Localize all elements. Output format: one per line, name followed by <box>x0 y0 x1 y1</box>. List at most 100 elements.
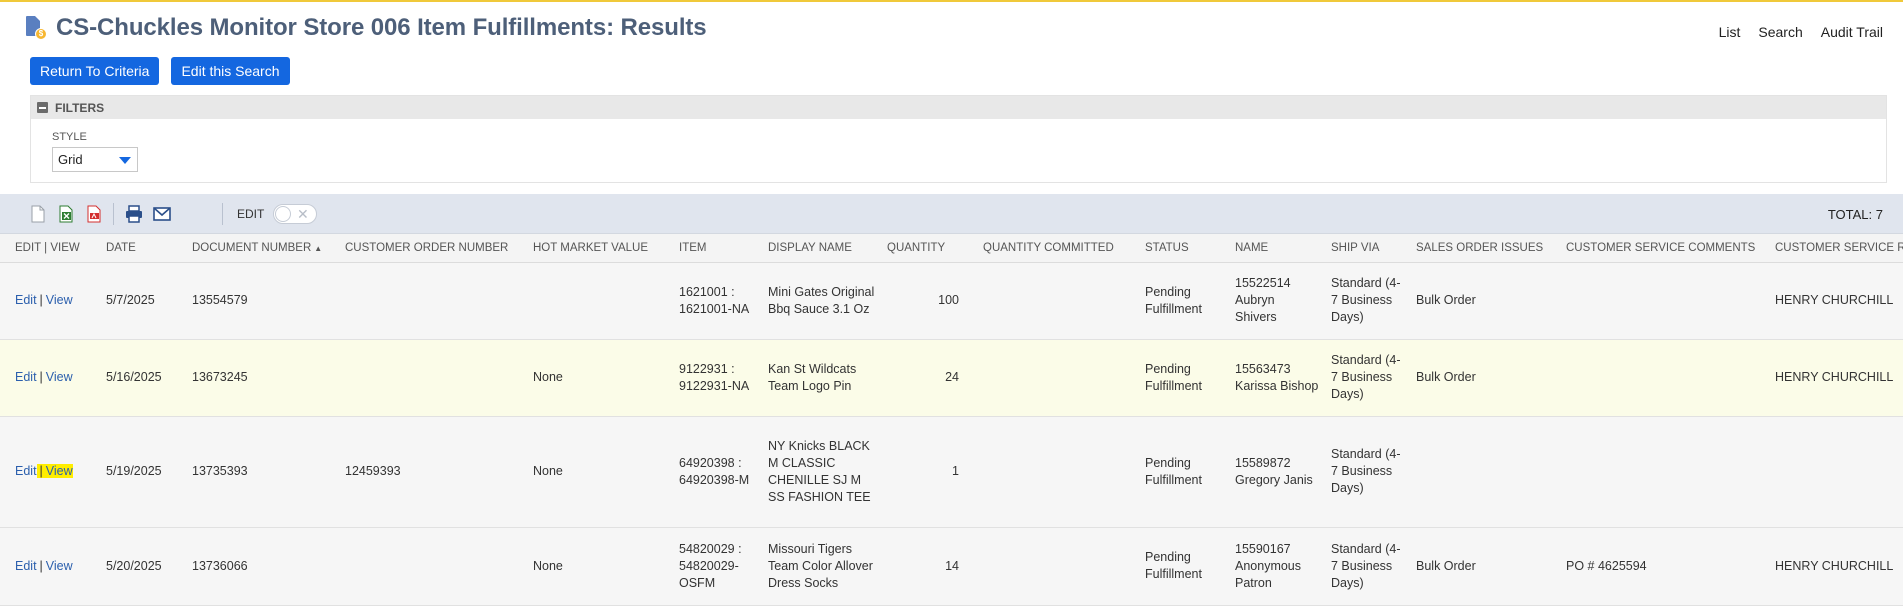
item-cell: 54820029 : 54820029-OSFM <box>673 527 762 606</box>
audit-trail-link[interactable]: Audit Trail <box>1821 24 1883 40</box>
quantity-committed-cell <box>977 527 1139 606</box>
edit-link[interactable]: Edit <box>15 293 37 307</box>
table-row: Edit | View 5/16/2025 13673245 None 912293… <box>0 339 1903 417</box>
print-icon[interactable] <box>124 204 144 224</box>
hot-market-value-cell: None <box>527 339 673 417</box>
view-link[interactable]: View <box>46 370 73 384</box>
sales-order-issues-cell: Bulk Order <box>1410 527 1560 606</box>
action-buttons: Return To Criteria Edit this Search <box>30 57 290 85</box>
column-header[interactable]: DATE <box>100 234 186 263</box>
edit-view-cell: Edit | View <box>0 527 100 606</box>
search-link[interactable]: Search <box>1758 24 1802 40</box>
column-header[interactable]: CUSTOMER SERVICE COMMENTS <box>1560 234 1769 263</box>
edit-link[interactable]: Edit <box>15 464 37 478</box>
document-number-cell: 13736066 <box>186 527 339 606</box>
saved-search-icon: $ <box>24 15 47 41</box>
customer-order-number-cell <box>339 527 527 606</box>
document-number-cell: 13735393 <box>186 416 339 528</box>
export-pdf-icon[interactable] <box>84 204 104 224</box>
item-cell: 9122931 : 9122931-NA <box>673 339 762 417</box>
status-cell: Pending Fulfillment <box>1139 527 1229 606</box>
ship-via-cell: Standard (4-7 Business Days) <box>1325 339 1410 417</box>
column-header[interactable]: DISPLAY NAME <box>762 234 881 263</box>
link-separator: | <box>39 464 43 478</box>
sort-ascending-icon: ▲ <box>314 243 323 253</box>
display-name-cell: NY Knicks BLACK M CLASSIC CHENILLE SJ M … <box>762 416 881 528</box>
quantity-committed-cell <box>977 416 1139 528</box>
close-icon: ✕ <box>297 206 309 222</box>
column-header[interactable]: NAME <box>1229 234 1325 263</box>
date-cell: 5/7/2025 <box>100 262 186 340</box>
quantity-cell: 100 <box>881 262 977 340</box>
results-toolbar: EDIT ✕ TOTAL: 7 <box>0 194 1903 234</box>
view-link[interactable]: View <box>46 293 73 307</box>
column-header[interactable]: CUSTOMER ORDER NUMBER <box>339 234 527 263</box>
export-excel-icon[interactable] <box>56 204 76 224</box>
customer-service-comments-cell: PO # 4625594 <box>1560 527 1769 606</box>
date-cell: 5/16/2025 <box>100 339 186 417</box>
name-cell: 15590167 Anonymous Patron <box>1229 527 1325 606</box>
edit-link[interactable]: Edit <box>15 370 37 384</box>
document-number-cell: 13554579 <box>186 262 339 340</box>
edit-view-cell: Edit | View <box>0 339 100 417</box>
column-header[interactable]: SHIP VIA <box>1325 234 1410 263</box>
edit-view-cell: Edit | View <box>0 416 100 528</box>
email-icon[interactable] <box>152 204 172 224</box>
link-separator: | <box>39 558 43 573</box>
quantity-cell: 14 <box>881 527 977 606</box>
table-header-row: EDIT | VIEW DATE DOCUMENT NUMBER ▲ CUSTOM… <box>0 234 1903 263</box>
customer-order-number-cell <box>339 262 527 340</box>
edit-view-cell: Edit | View <box>0 262 100 340</box>
date-cell: 5/19/2025 <box>100 416 186 528</box>
return-to-criteria-button[interactable]: Return To Criteria <box>30 57 160 85</box>
display-name-cell: Kan St Wildcats Team Logo Pin <box>762 339 881 417</box>
results-table: EDIT | VIEW DATE DOCUMENT NUMBER ▲ CUSTOM… <box>0 234 1903 606</box>
customer-service-comments-cell <box>1560 416 1769 528</box>
quantity-committed-cell <box>977 262 1139 340</box>
customer-service-rep-cell <box>1769 416 1903 528</box>
name-cell: 15563473 Karissa Bishop <box>1229 339 1325 417</box>
filters-header[interactable]: FILTERS <box>31 96 1886 119</box>
quantity-committed-cell <box>977 339 1139 417</box>
item-cell: 64920398 : 64920398-M <box>673 416 762 528</box>
new-document-icon[interactable] <box>28 204 48 224</box>
hot-market-value-cell: None <box>527 416 673 528</box>
column-header[interactable]: QUANTITY <box>881 234 977 263</box>
hot-market-value-cell <box>527 262 673 340</box>
column-header[interactable]: QUANTITY COMMITTED <box>977 234 1139 263</box>
page-title: CS-Chuckles Monitor Store 006 Item Fulfi… <box>56 14 707 41</box>
toolbar-divider <box>113 203 114 225</box>
status-cell: Pending Fulfillment <box>1139 262 1229 340</box>
name-cell: 15589872 Gregory Janis <box>1229 416 1325 528</box>
column-header[interactable]: ITEM <box>673 234 762 263</box>
edit-mode-toggle[interactable]: ✕ <box>273 204 317 224</box>
collapse-icon[interactable] <box>37 102 48 113</box>
column-header[interactable]: CUSTOMER SERVICE REP <box>1769 234 1903 263</box>
edit-this-search-button[interactable]: Edit this Search <box>171 57 290 85</box>
column-header[interactable]: HOT MARKET VALUE <box>527 234 673 263</box>
quantity-cell: 24 <box>881 339 977 417</box>
column-header[interactable]: STATUS <box>1139 234 1229 263</box>
column-header[interactable]: SALES ORDER ISSUES <box>1410 234 1560 263</box>
page-header: $ CS-Chuckles Monitor Store 006 Item Ful… <box>24 14 707 42</box>
style-select[interactable]: Grid <box>52 147 138 172</box>
view-link[interactable]: View <box>46 559 73 573</box>
edit-mode-label: EDIT <box>237 207 265 221</box>
edit-link[interactable]: Edit <box>15 559 37 573</box>
view-link[interactable]: View <box>46 464 73 478</box>
sales-order-issues-cell <box>1410 416 1560 528</box>
list-link[interactable]: List <box>1719 24 1741 40</box>
column-header: EDIT | VIEW <box>0 234 100 263</box>
document-number-cell: 13673245 <box>186 339 339 417</box>
customer-service-rep-cell: HENRY CHURCHILL <box>1769 339 1903 417</box>
column-header[interactable]: DOCUMENT NUMBER ▲ <box>186 234 339 263</box>
sales-order-issues-cell: Bulk Order <box>1410 339 1560 417</box>
style-label: STYLE <box>52 131 87 143</box>
style-select-value: Grid <box>58 152 83 167</box>
table-row: Edit | View 5/7/2025 13554579 1621001 : 16… <box>0 262 1903 340</box>
customer-order-number-cell: 12459393 <box>339 416 527 528</box>
filters-heading: FILTERS <box>55 100 105 115</box>
chevron-down-icon <box>119 157 131 164</box>
customer-order-number-cell <box>339 339 527 417</box>
item-cell: 1621001 : 1621001-NA <box>673 262 762 340</box>
